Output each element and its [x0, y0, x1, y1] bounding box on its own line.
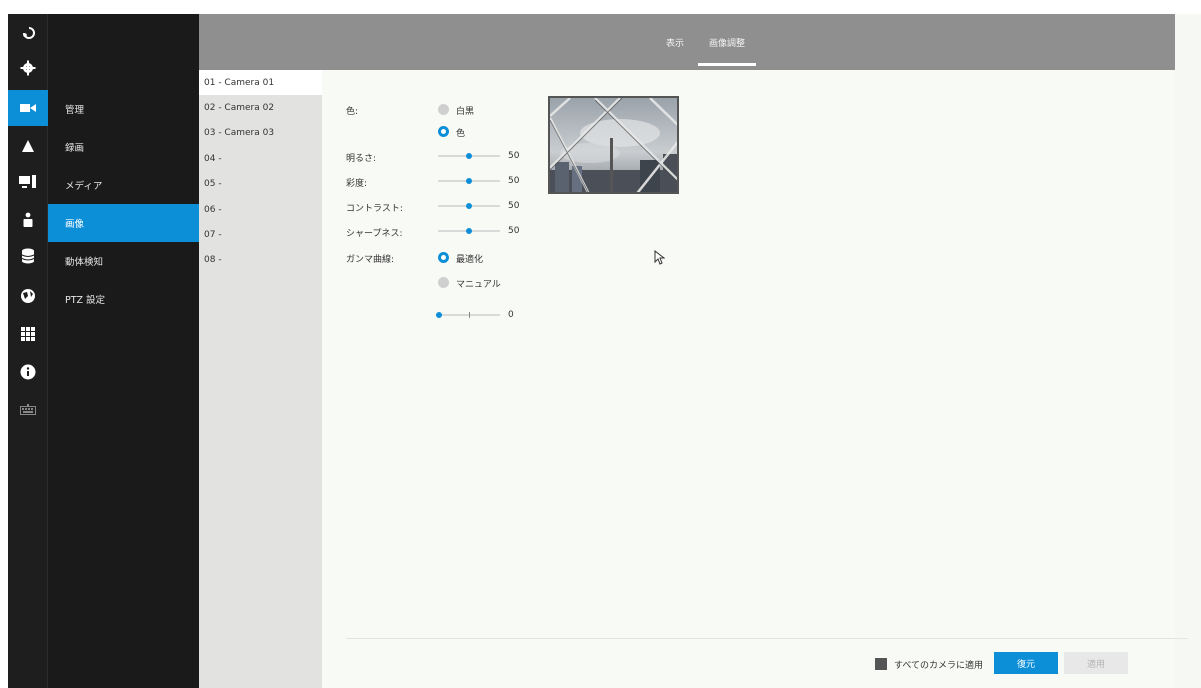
footer-divider [346, 638, 1188, 639]
camera-icon[interactable] [8, 90, 48, 126]
camera-item[interactable]: 03 - Camera 03 [199, 120, 322, 145]
saturation-value: 50 [508, 176, 520, 186]
brightness-slider[interactable] [438, 153, 500, 159]
restore-button[interactable]: 復元 [994, 652, 1058, 674]
brightness-slider-thumb[interactable] [466, 153, 472, 159]
color-label: 色: [346, 107, 359, 117]
keyboard-icon[interactable] [8, 392, 48, 428]
menu-item-ptz[interactable]: PTZ 設定 [48, 280, 199, 318]
menu-item-label: PTZ 設定 [65, 295, 106, 306]
brightness-value: 50 [508, 151, 520, 161]
camera-item[interactable]: 07 - [199, 222, 322, 247]
camera-item-label: 01 - Camera 01 [204, 77, 275, 88]
gamma-manual-radio[interactable] [438, 277, 449, 288]
color-color-label: 色 [456, 129, 466, 139]
camera-item[interactable]: 08 - [199, 247, 322, 272]
menu-item-label: 動体検知 [65, 257, 104, 268]
camera-item[interactable]: 06 - [199, 197, 322, 222]
camera-item-label: 02 - Camera 02 [204, 102, 275, 113]
saturation-slider[interactable] [438, 178, 500, 184]
contrast-label: コントラスト: [346, 204, 403, 214]
sharpness-slider[interactable] [438, 228, 500, 234]
image-settings-panel: 色: 白黒 色 明るさ: 50 彩度: 50 コントラスト: 50 シャープネス… [322, 70, 1188, 688]
camera-item-label: 04 - [204, 153, 222, 164]
camera-item[interactable]: 02 - Camera 02 [199, 95, 322, 120]
gamma-manual-label: マニュアル [456, 280, 501, 290]
menu-item-management[interactable]: 管理 [48, 90, 199, 128]
mouse-cursor-icon [654, 249, 666, 268]
saturation-slider-thumb[interactable] [466, 178, 472, 184]
tab-image-adjustment[interactable]: 画像調整 [709, 36, 745, 49]
grid-icon[interactable] [8, 316, 48, 352]
gamma-optimized-radio[interactable] [438, 252, 449, 263]
menu-item-recording[interactable]: 録画 [48, 128, 199, 166]
camera-item-label: 07 - [204, 229, 222, 240]
contrast-slider[interactable] [438, 203, 500, 209]
gamma-slider-center-tick [469, 312, 470, 318]
camera-item[interactable]: 01 - Camera 01 [199, 70, 324, 95]
contrast-value: 50 [508, 201, 520, 211]
camera-list: 01 - Camera 01 02 - Camera 02 03 - Camer… [199, 70, 324, 688]
camera-item-label: 03 - Camera 03 [204, 127, 275, 138]
camera-item[interactable]: 04 - [199, 146, 322, 171]
camera-item-label: 05 - [204, 178, 222, 189]
menu-item-label: 画像 [65, 219, 85, 230]
camera-item[interactable]: 05 - [199, 171, 322, 196]
camera-item-label: 08 - [204, 254, 222, 265]
top-strip [0, 0, 1201, 14]
right-edge [1175, 14, 1201, 688]
menu-item-label: 管理 [65, 105, 85, 116]
gamma-optimized-label: 最適化 [456, 255, 484, 265]
sharpness-label: シャープネス: [346, 229, 403, 239]
sharpness-slider-thumb[interactable] [466, 228, 472, 234]
gear-icon[interactable] [8, 50, 48, 86]
contrast-slider-thumb[interactable] [466, 203, 472, 209]
icon-rail [8, 14, 48, 688]
tab-display[interactable]: 表示 [666, 36, 684, 49]
gamma-label: ガンマ曲線: [346, 255, 395, 265]
logout-icon[interactable] [8, 14, 48, 50]
sharpness-value: 50 [508, 226, 520, 236]
user-icon[interactable] [8, 202, 48, 238]
color-bw-label: 白黒 [456, 107, 475, 117]
menu-item-label: 録画 [65, 143, 85, 154]
header-bar: 表示 画像調整 [199, 14, 1175, 70]
apply-button[interactable]: 適用 [1064, 652, 1128, 674]
camera-preview-image [548, 96, 679, 194]
menu-item-image[interactable]: 画像 [48, 204, 199, 242]
gamma-slider[interactable] [436, 312, 500, 318]
gamma-value: 0 [508, 310, 514, 320]
menu-item-label: メディア [65, 181, 103, 192]
brightness-label: 明るさ: [346, 154, 377, 164]
globe-icon[interactable] [8, 278, 48, 314]
active-tab-indicator [698, 63, 756, 66]
color-bw-radio[interactable] [438, 104, 449, 115]
settings-menu: 管理 録画 メディア 画像 動体検知 PTZ 設定 [48, 14, 199, 688]
camera-item-label: 06 - [204, 204, 222, 215]
apply-all-checkbox[interactable] [875, 658, 887, 670]
gamma-slider-thumb[interactable] [436, 312, 442, 318]
alarm-icon[interactable] [8, 128, 48, 164]
color-color-radio[interactable] [438, 126, 449, 137]
menu-item-media[interactable]: メディア [48, 166, 199, 204]
database-icon[interactable] [8, 238, 48, 274]
apply-all-label: すべてのカメラに適用 [894, 661, 984, 671]
info-icon[interactable] [8, 354, 48, 390]
saturation-label: 彩度: [346, 179, 368, 189]
menu-item-motion-detection[interactable]: 動体検知 [48, 242, 199, 280]
monitor-icon[interactable] [8, 164, 48, 200]
